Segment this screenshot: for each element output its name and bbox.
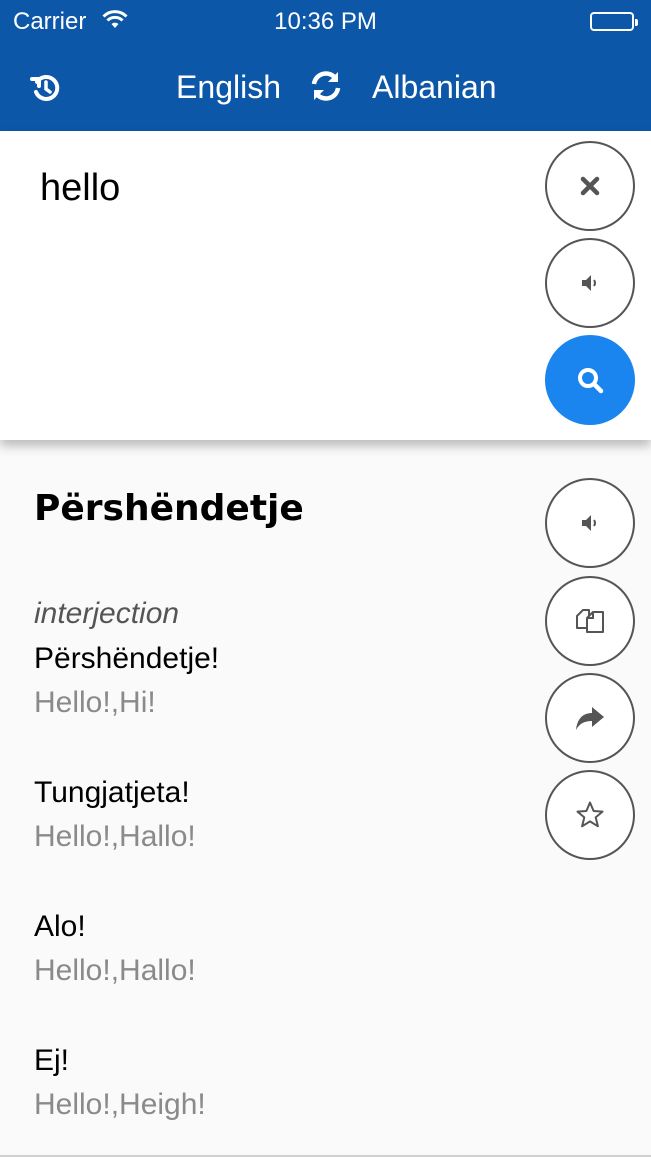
source-language-button[interactable]: English [0, 69, 281, 106]
search-icon [578, 368, 604, 394]
battery-icon [590, 12, 638, 31]
app-header: Carrier 10:36 PM English Albanian [0, 0, 651, 131]
result-panel: Përshëndetje interjection Përshëndetje! … [0, 440, 651, 1157]
status-bar: Carrier 10:36 PM [0, 0, 651, 44]
entry-word: Tungjatjeta! [34, 776, 190, 809]
entry-word: Përshëndetje! [34, 642, 220, 675]
copy-button[interactable] [545, 576, 635, 666]
speaker-icon [582, 275, 596, 291]
star-icon [576, 801, 604, 828]
translation-headword: Përshëndetje [34, 488, 304, 529]
speak-input-button[interactable] [545, 238, 635, 328]
share-icon [576, 707, 604, 730]
input-panel [0, 131, 651, 440]
share-button[interactable] [545, 673, 635, 763]
target-language-button[interactable]: Albanian [372, 69, 497, 106]
copy-icon [576, 609, 604, 633]
favorite-button[interactable] [545, 770, 635, 860]
clear-icon [580, 176, 600, 196]
speaker-icon [582, 515, 596, 531]
entry-gloss: Hello!,Heigh! [34, 1088, 206, 1121]
clear-button[interactable] [545, 141, 635, 231]
language-bar: English Albanian [0, 56, 651, 120]
source-text-input[interactable] [40, 167, 520, 210]
entry-word: Alo! [34, 910, 86, 943]
entry-gloss: Hello!,Hallo! [34, 820, 196, 853]
swap-languages-icon[interactable] [308, 68, 344, 104]
clock: 10:36 PM [274, 8, 377, 35]
entry-word: Ej! [34, 1044, 70, 1077]
part-of-speech: interjection [34, 597, 180, 630]
entry-gloss: Hello!,Hi! [34, 686, 156, 719]
entry-gloss: Hello!,Hallo! [34, 954, 196, 987]
speak-translation-button[interactable] [545, 478, 635, 568]
search-button[interactable] [545, 335, 635, 425]
